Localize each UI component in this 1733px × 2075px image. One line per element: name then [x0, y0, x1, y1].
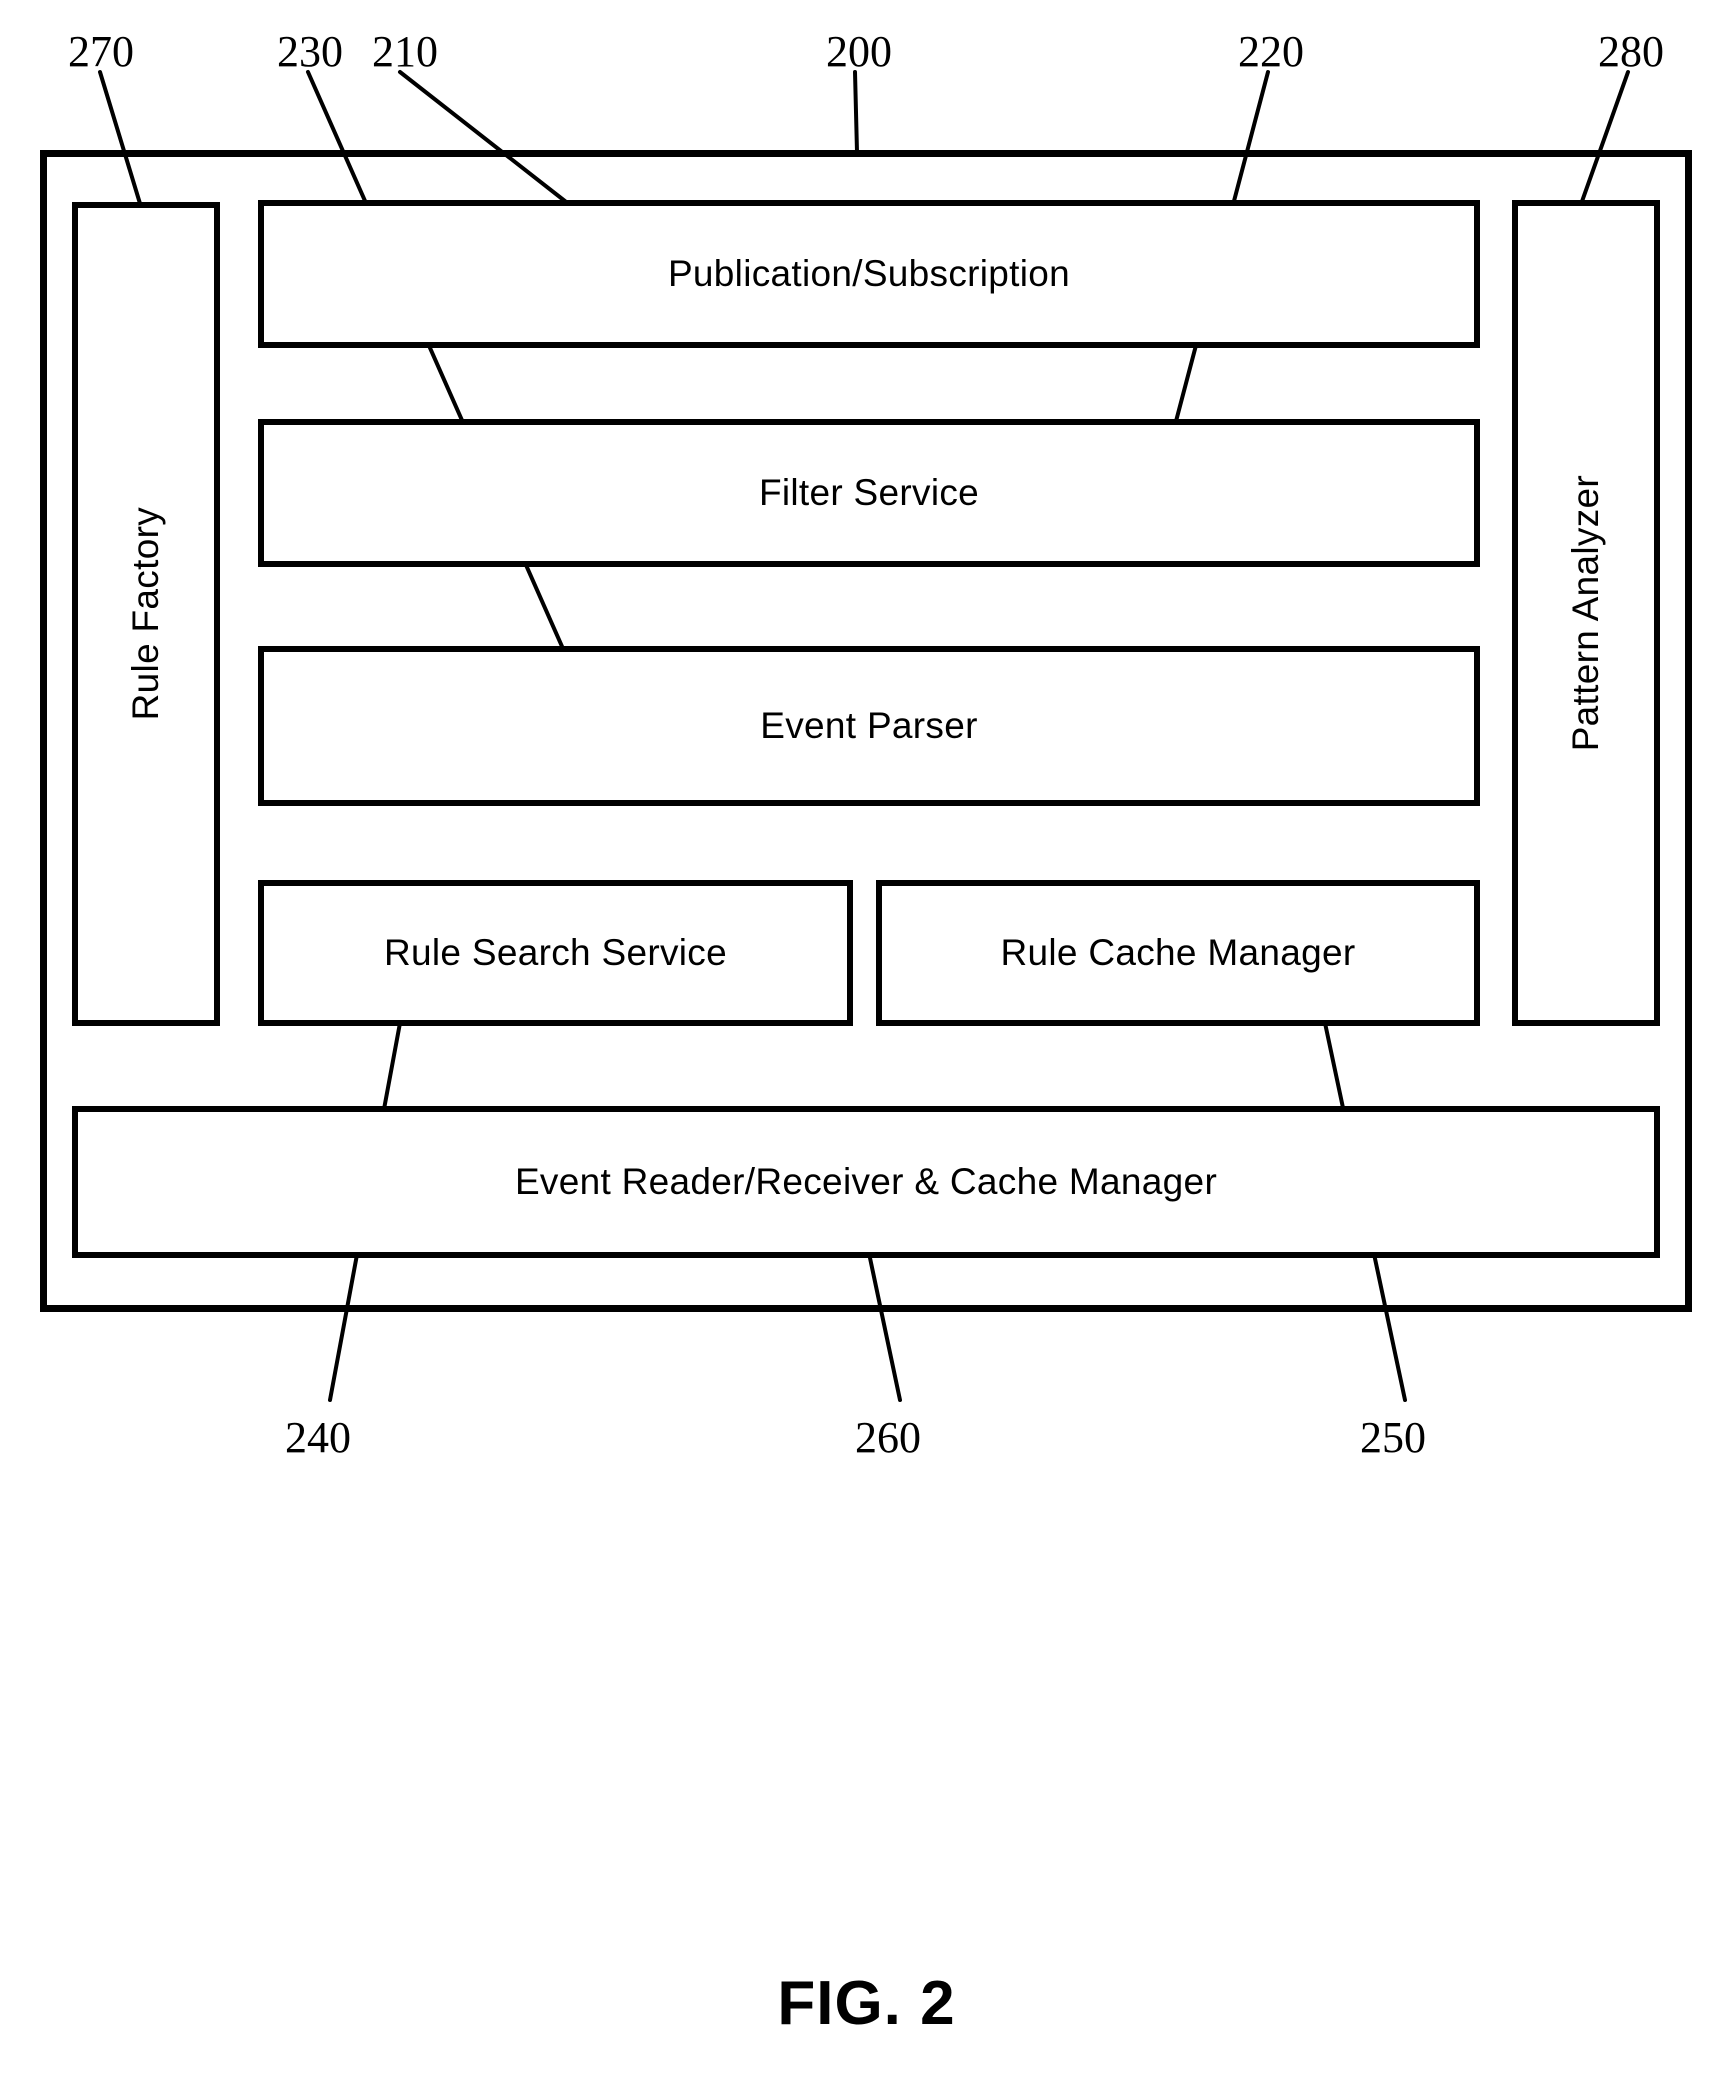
- ref-numeral-210: 210: [372, 27, 438, 76]
- ref-numeral-260: 260: [855, 1413, 921, 1462]
- leader-line-200: [853, 70, 859, 154]
- ref-numeral-200: 200: [826, 27, 892, 76]
- ref-numeral-230: 230: [277, 27, 343, 76]
- block-event-reader-receiver-cache-manager[interactable]: Event Reader/Receiver & Cache Manager: [72, 1106, 1660, 1258]
- ref-numeral-250: 250: [1360, 1413, 1426, 1462]
- block-filter-service-label: Filter Service: [758, 472, 980, 513]
- ref-numeral-280: 280: [1598, 27, 1664, 76]
- block-publication-subscription[interactable]: Publication/Subscription: [258, 200, 1480, 348]
- block-event-parser-label: Event Parser: [760, 705, 978, 746]
- block-publication-subscription-label: Publication/Subscription: [667, 253, 1071, 294]
- block-filter-service[interactable]: Filter Service: [258, 419, 1480, 567]
- block-event-reader-receiver-cache-manager-label: Event Reader/Receiver & Cache Manager: [514, 1161, 1218, 1202]
- ref-numeral-270: 270: [68, 27, 134, 76]
- block-event-parser[interactable]: Event Parser: [258, 646, 1480, 806]
- block-pattern-analyzer[interactable]: Pattern Analyzer: [1512, 200, 1660, 1026]
- block-rule-search-service-label: Rule Search Service: [384, 932, 727, 973]
- block-pattern-analyzer-label: Pattern Analyzer: [1565, 474, 1606, 752]
- ref-numeral-220: 220: [1238, 27, 1304, 76]
- block-rule-search-service[interactable]: Rule Search Service: [258, 880, 853, 1026]
- block-rule-cache-manager-label: Rule Cache Manager: [1000, 932, 1356, 973]
- block-rule-cache-manager[interactable]: Rule Cache Manager: [876, 880, 1480, 1026]
- ref-numeral-240: 240: [285, 1413, 351, 1462]
- figure-page: Rule Factory Pattern Analyzer Publicatio…: [0, 0, 1733, 2075]
- block-rule-factory[interactable]: Rule Factory: [72, 202, 220, 1026]
- figure-caption: FIG. 2: [777, 1969, 956, 2038]
- block-rule-factory-label: Rule Factory: [125, 507, 166, 721]
